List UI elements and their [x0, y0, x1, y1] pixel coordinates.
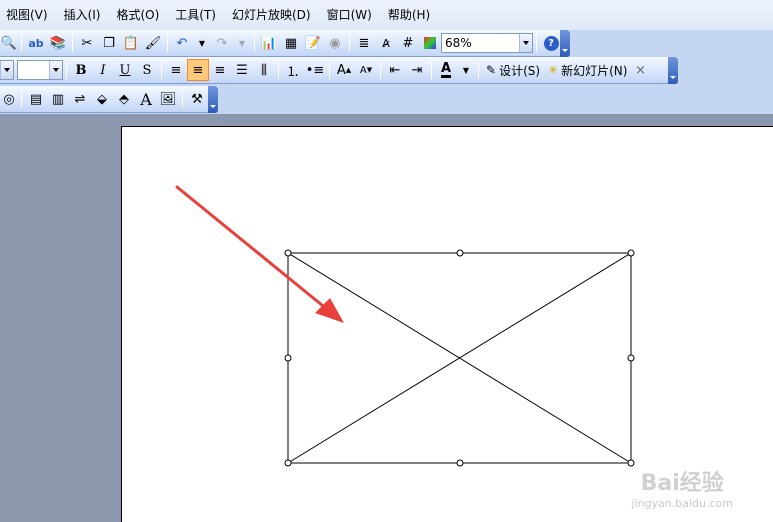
slide-drawing-layer [175, 185, 635, 467]
annotation-arrow [175, 185, 344, 323]
resize-handle-top-right[interactable] [627, 249, 635, 257]
resize-handle-bottom[interactable] [456, 459, 464, 467]
resize-handle-right[interactable] [627, 354, 635, 362]
watermark-brand: Bai经验 [640, 471, 724, 496]
watermark: Bai经验 jingyan.baidu.com [631, 465, 733, 510]
resize-handle-left[interactable] [284, 354, 292, 362]
resize-handle-top-left[interactable] [284, 249, 292, 257]
resize-handle-bottom-left[interactable] [284, 459, 292, 467]
picture-placeholder[interactable] [287, 252, 632, 464]
resize-handle-top[interactable] [456, 249, 464, 257]
watermark-url: jingyan.baidu.com [631, 497, 733, 510]
